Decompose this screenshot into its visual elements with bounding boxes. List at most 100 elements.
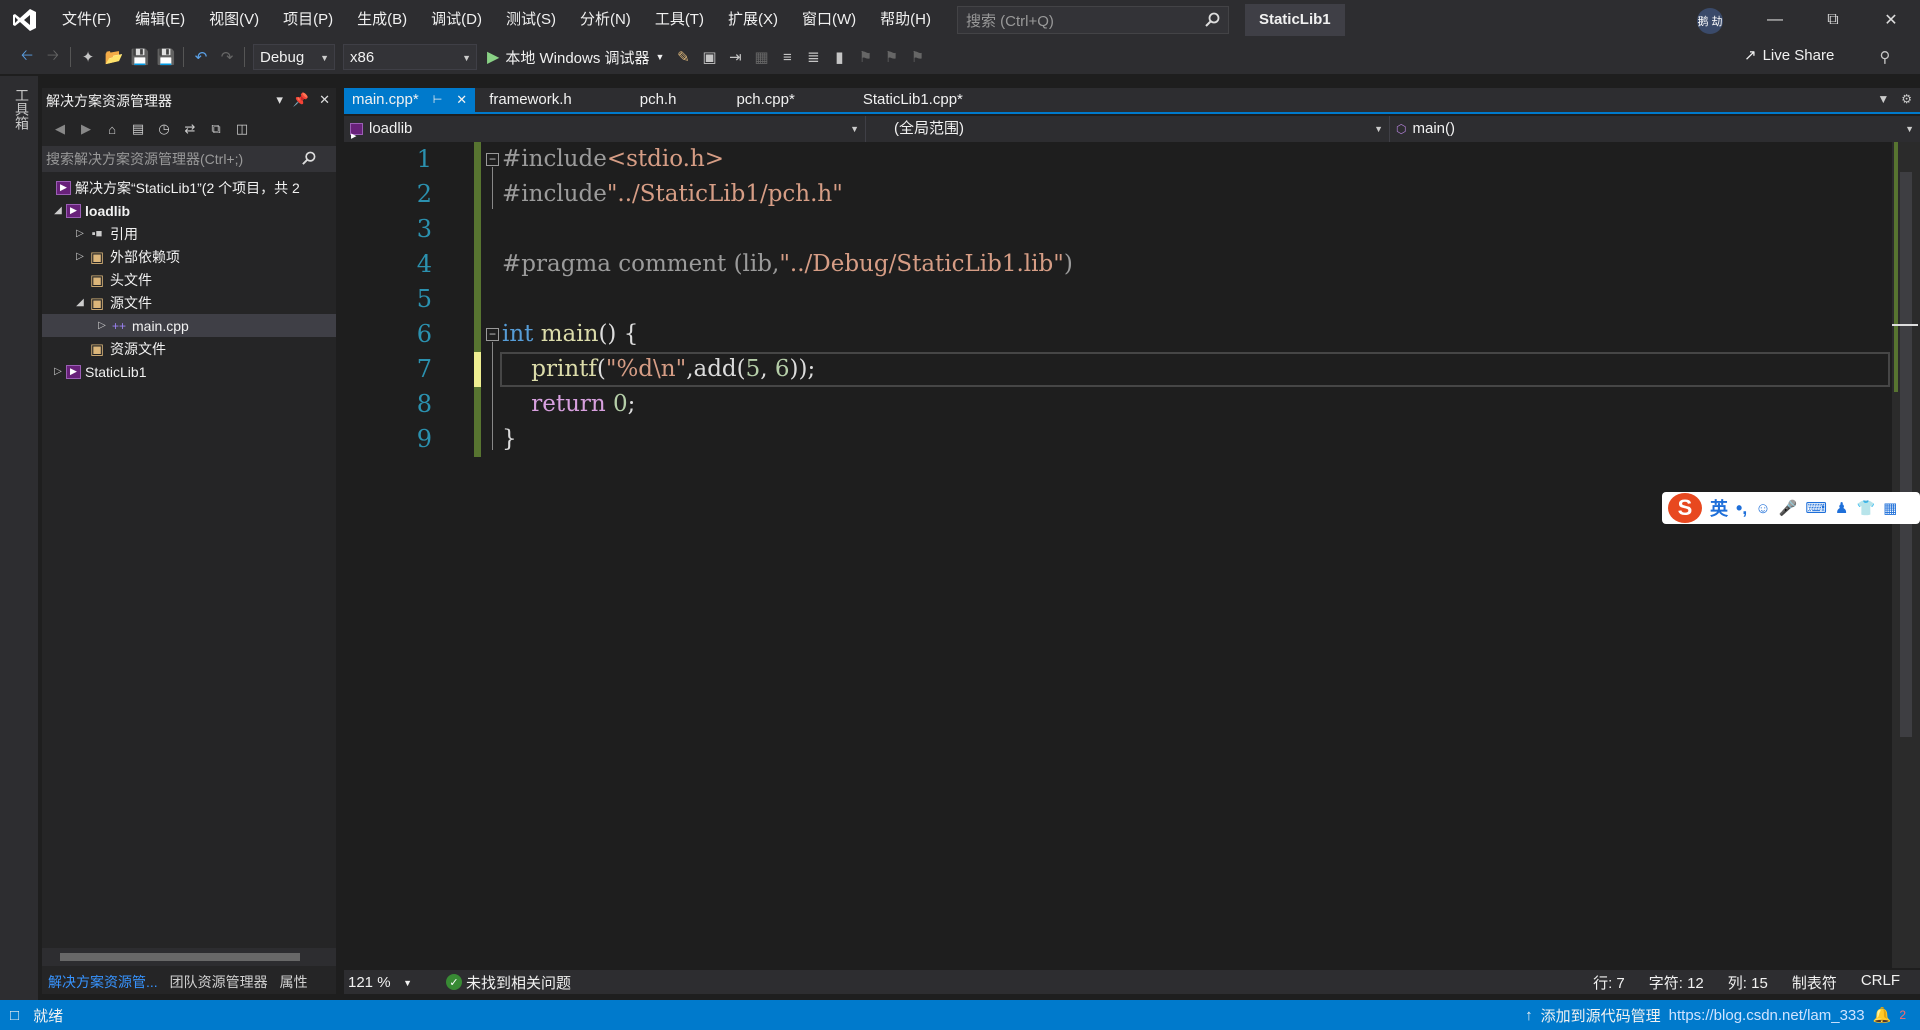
- outline-icon[interactable]: ▦: [748, 44, 774, 70]
- screenshot-icon[interactable]: ▣: [696, 44, 722, 70]
- ime-punct-toggle[interactable]: •,: [1736, 498, 1747, 519]
- tree-item-external-deps[interactable]: ▷ ▣ 外部依赖项: [42, 245, 336, 268]
- tree-item-staticlib1[interactable]: ▷ ▶ StaticLib1: [42, 360, 336, 383]
- new-project-icon[interactable]: ✦: [75, 44, 101, 70]
- pending-changes-icon[interactable]: ◷: [152, 116, 176, 142]
- save-all-icon[interactable]: 💾: [153, 44, 179, 70]
- issues-indicator[interactable]: ✓ 未找到相关问题: [420, 972, 571, 993]
- close-icon[interactable]: ✕: [456, 88, 467, 112]
- sync-icon[interactable]: ⇄: [178, 116, 202, 142]
- attach-icon[interactable]: ✎: [670, 44, 696, 70]
- menu-help[interactable]: 帮助(H): [868, 0, 943, 40]
- collapsed-arrow-icon[interactable]: ▷: [72, 251, 88, 262]
- tab-properties[interactable]: 属性: [274, 970, 314, 994]
- add-source-control-button[interactable]: 添加到源代码管理: [1541, 1005, 1661, 1026]
- pin-icon[interactable]: ⊢: [433, 88, 443, 112]
- collapse-region-icon[interactable]: −: [486, 328, 499, 341]
- collapse-region-icon[interactable]: −: [486, 153, 499, 166]
- tree-item-header-files[interactable]: ▣ 头文件: [42, 268, 336, 291]
- restore-button[interactable]: ⧉: [1804, 0, 1862, 40]
- home-icon[interactable]: ⌂: [100, 116, 124, 142]
- code-text[interactable]: #include<stdio.h> #include"../StaticLib1…: [502, 142, 1073, 457]
- clear-bookmarks-icon[interactable]: ⚑: [904, 44, 930, 70]
- tab-pch-cpp[interactable]: pch.cpp*: [728, 88, 802, 112]
- tab-team-explorer[interactable]: 团队资源管理器: [164, 970, 274, 994]
- menu-file[interactable]: 文件(F): [50, 0, 123, 40]
- tree-item-source-files[interactable]: ◢ ▣ 源文件: [42, 291, 336, 314]
- menu-edit[interactable]: 编辑(E): [123, 0, 197, 40]
- menu-view[interactable]: 视图(V): [197, 0, 271, 40]
- zoom-select[interactable]: 121 % ▼: [344, 974, 420, 991]
- menu-window[interactable]: 窗口(W): [790, 0, 868, 40]
- forward-icon[interactable]: ▶: [74, 116, 98, 142]
- sogou-logo-icon[interactable]: S: [1668, 493, 1702, 523]
- menu-tools[interactable]: 工具(T): [643, 0, 716, 40]
- keyboard-icon[interactable]: ⌨: [1805, 499, 1827, 517]
- notification-bell-icon[interactable]: 🔔: [1873, 1006, 1892, 1024]
- undo-icon[interactable]: ↶: [188, 44, 214, 70]
- show-all-files-icon[interactable]: ◫: [230, 116, 254, 142]
- tree-item-references[interactable]: ▷ ▪■ 引用: [42, 222, 336, 245]
- menu-extensions[interactable]: 扩展(X): [716, 0, 790, 40]
- menu-build[interactable]: 生成(B): [345, 0, 419, 40]
- pin-icon[interactable]: 📌: [293, 92, 309, 108]
- uncomment-icon[interactable]: ≣: [800, 44, 826, 70]
- expanded-arrow-icon[interactable]: ◢: [72, 297, 88, 308]
- member-nav-select[interactable]: ⬡ main() ▼: [1390, 116, 1920, 142]
- feedback-icon[interactable]: ⚲: [1872, 44, 1898, 70]
- save-icon[interactable]: 💾: [127, 44, 153, 70]
- gear-icon[interactable]: ⚙: [1901, 92, 1912, 106]
- back-icon[interactable]: ◀: [48, 116, 72, 142]
- prev-bookmark-icon[interactable]: ⚑: [852, 44, 878, 70]
- close-window-button[interactable]: ✕: [1862, 0, 1920, 40]
- skin-icon[interactable]: 👕: [1856, 499, 1875, 517]
- dropdown-icon[interactable]: ▾: [276, 92, 283, 108]
- minimize-button[interactable]: —: [1746, 0, 1804, 40]
- menu-project[interactable]: 项目(P): [271, 0, 345, 40]
- configuration-select[interactable]: Debug ▼: [253, 44, 335, 70]
- collapsed-arrow-icon[interactable]: ▷: [72, 228, 88, 239]
- ime-mode-toggle[interactable]: 英: [1710, 495, 1728, 521]
- step-icon[interactable]: ⇥: [722, 44, 748, 70]
- collapsed-arrow-icon[interactable]: ▷: [94, 320, 110, 331]
- tab-staticlib1-cpp[interactable]: StaticLib1.cpp*: [855, 88, 971, 112]
- tree-item-solution[interactable]: ▶ 解决方案“StaticLib1”(2 个项目，共 2: [42, 176, 336, 199]
- menu-debug[interactable]: 调试(D): [419, 0, 494, 40]
- menu-test[interactable]: 测试(S): [494, 0, 568, 40]
- user-icon[interactable]: ♟: [1835, 499, 1848, 517]
- tab-framework-h[interactable]: framework.h: [481, 88, 580, 112]
- visual-studio-logo-icon[interactable]: [0, 0, 50, 40]
- tree-item-main-cpp[interactable]: ▷ ++ main.cpp: [42, 314, 336, 337]
- horizontal-scrollbar[interactable]: [42, 948, 336, 966]
- redo-icon[interactable]: ↷: [214, 44, 240, 70]
- collapse-all-icon[interactable]: ⧉: [204, 116, 228, 142]
- tab-list-icon[interactable]: ▼: [1877, 92, 1889, 106]
- bookmark-icon[interactable]: ▮: [826, 44, 852, 70]
- grid-menu-icon[interactable]: ▦: [1883, 499, 1897, 517]
- scrollbar-thumb[interactable]: [1900, 172, 1912, 737]
- next-bookmark-icon[interactable]: ⚑: [878, 44, 904, 70]
- expanded-arrow-icon[interactable]: ◢: [50, 205, 66, 216]
- open-file-icon[interactable]: 📂: [101, 44, 127, 70]
- start-debugger-button[interactable]: ▶ 本地 Windows 调试器 ▼: [487, 47, 664, 68]
- editor-vertical-scrollbar[interactable]: [1892, 142, 1920, 968]
- indent-mode[interactable]: 制表符: [1792, 972, 1837, 993]
- tab-solution-explorer[interactable]: 解决方案资源管...: [42, 970, 164, 994]
- scope-nav-select[interactable]: (全局范围) ▼: [866, 116, 1390, 142]
- platform-select[interactable]: x86 ▼: [343, 44, 477, 70]
- collapsed-arrow-icon[interactable]: ▷: [50, 366, 66, 377]
- forward-icon[interactable]: 🡢: [40, 44, 66, 70]
- emoji-icon[interactable]: ☺: [1755, 500, 1770, 517]
- quick-search-input[interactable]: 搜索 (Ctrl+Q): [956, 6, 1229, 34]
- close-icon[interactable]: ✕: [319, 92, 330, 108]
- switch-views-icon[interactable]: ▤: [126, 116, 150, 142]
- toolbox-tab[interactable]: 工具箱: [12, 88, 32, 130]
- microphone-icon[interactable]: 🎤: [1779, 499, 1798, 517]
- tree-item-loadlib[interactable]: ◢ ▶ loadlib: [42, 199, 336, 222]
- menu-analyze[interactable]: 分析(N): [568, 0, 643, 40]
- line-ending[interactable]: CRLF: [1861, 972, 1900, 993]
- tab-main-cpp[interactable]: main.cpp* ⊢ ✕: [344, 88, 476, 112]
- scrollbar-thumb[interactable]: [60, 953, 300, 961]
- solution-search-input[interactable]: 搜索解决方案资源管理器(Ctrl+;): [42, 146, 336, 172]
- tree-item-resource-files[interactable]: ▣ 资源文件: [42, 337, 336, 360]
